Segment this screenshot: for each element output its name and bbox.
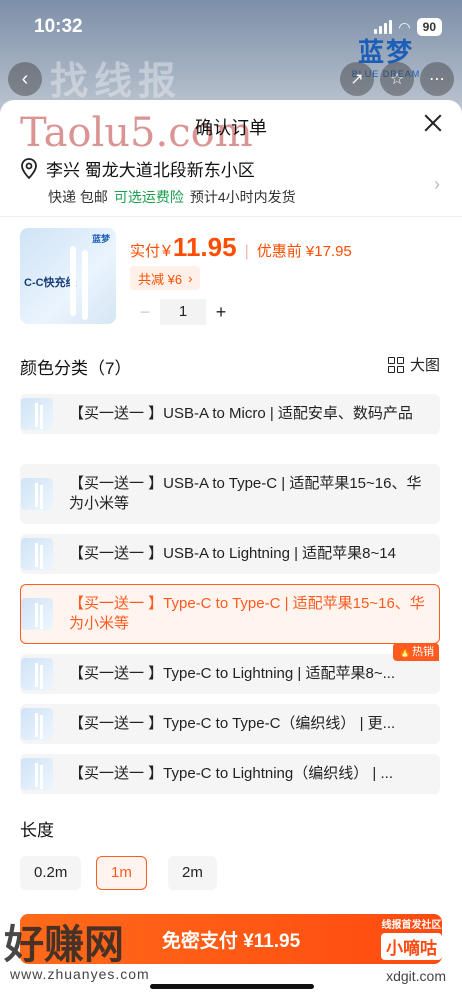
top-actions: ↗ ☆ ⋯ bbox=[340, 62, 454, 96]
quantity-value[interactable]: 1 bbox=[160, 299, 206, 325]
option-label: 【买一送一 】USB-A to Type-C | 适配苹果15~16、华为小米等 bbox=[69, 475, 422, 512]
option-thumbnail bbox=[21, 758, 53, 790]
original-price: 优惠前 ¥17.95 bbox=[256, 243, 352, 260]
status-time: 10:32 bbox=[34, 16, 83, 37]
address-line: 李兴 蜀龙大道北段新东小区 bbox=[20, 156, 440, 181]
back-button[interactable]: ‹ bbox=[8, 62, 42, 96]
length-section-title: 长度 bbox=[20, 821, 54, 840]
cable-illustration bbox=[70, 246, 76, 316]
option-label: 【买一送一 】USB-A to Lightning | 适配苹果8~14 bbox=[69, 545, 396, 562]
option-label: 【买一送一 】Type-C to Type-C | 适配苹果15~16、华为小米… bbox=[69, 595, 425, 632]
pay-label: 实付 bbox=[130, 243, 161, 260]
star-icon[interactable]: ☆ bbox=[380, 62, 414, 96]
more-icon[interactable]: ⋯ bbox=[420, 62, 454, 96]
color-option[interactable]: 【买一送一 】USB-A to Type-C | 适配苹果15~16、华为小米等 bbox=[20, 464, 440, 524]
length-option[interactable]: 0.2m bbox=[20, 856, 82, 890]
currency-symbol: ¥ bbox=[162, 243, 171, 260]
address-section[interactable]: 李兴 蜀龙大道北段新东小区 快递 包邮 可选运费险 预计4小时内发货 › bbox=[20, 156, 440, 207]
discount-badge[interactable]: 共减 ¥6 › bbox=[130, 266, 201, 290]
location-pin-icon bbox=[21, 157, 37, 179]
shipping-method: 快递 包邮 bbox=[48, 189, 108, 205]
option-thumbnail bbox=[21, 658, 53, 690]
price-value: 11.95 bbox=[172, 232, 237, 262]
share-icon[interactable]: ↗ bbox=[340, 62, 374, 96]
watermark-right-main: 小嘀咕 bbox=[381, 933, 442, 960]
large-view-toggle[interactable]: 大图 bbox=[387, 354, 440, 375]
option-label: 【买一送一 】USB-A to Micro | 适配安卓、数码产品 bbox=[69, 405, 413, 422]
color-option[interactable]: 🔥热销 【买一送一 】Type-C to Lightning | 适配苹果8~.… bbox=[20, 643, 440, 694]
hot-badge-label: 热销 bbox=[412, 646, 434, 658]
option-thumbnail bbox=[21, 398, 53, 430]
option-thumbnail bbox=[21, 538, 53, 570]
home-indicator[interactable] bbox=[150, 984, 314, 989]
chevron-right-icon: › bbox=[188, 270, 193, 286]
watermark-bottom-url: www.zhuanyes.com bbox=[10, 966, 150, 982]
watermark-bottom-left: 好赚网 bbox=[4, 922, 124, 968]
discount-text: 共减 ¥6 bbox=[138, 271, 183, 287]
chevron-right-icon: › bbox=[434, 174, 440, 194]
shipping-info: 快递 包邮 可选运费险 预计4小时内发货 bbox=[48, 187, 440, 207]
increase-button[interactable]: + bbox=[206, 302, 236, 323]
price-separator: | bbox=[244, 243, 249, 260]
close-icon[interactable] bbox=[422, 112, 444, 134]
product-image-logo: 蓝梦 bbox=[91, 234, 110, 244]
hot-badge: 🔥热销 bbox=[393, 643, 439, 661]
watermark-top: 找线报 bbox=[50, 61, 183, 103]
watermark-right-url: xdgit.com bbox=[386, 968, 446, 984]
order-sheet: Taolu5.com 确认订单 李兴 蜀龙大道北段新东小区 快递 包邮 可选运费… bbox=[0, 100, 462, 1000]
product-image-tag: C-C快充线 bbox=[24, 277, 77, 289]
option-thumbnail bbox=[21, 598, 53, 630]
color-option[interactable]: 【买一送一 】Type-C to Type-C（编织线） | 更... bbox=[20, 704, 440, 744]
option-thumbnail bbox=[21, 478, 53, 510]
pay-button-label: 免密支付 ¥11.95 bbox=[161, 930, 301, 952]
divider bbox=[0, 216, 462, 217]
watermark-right-caption: 线报首发社区 bbox=[381, 920, 442, 931]
insurance-option[interactable]: 可选运费险 bbox=[114, 187, 184, 207]
sheet-title: 确认订单 bbox=[195, 118, 267, 138]
color-section-title: 颜色分类（7） bbox=[20, 359, 132, 378]
watermark-bottom-right: 线报首发社区 小嘀咕 bbox=[381, 916, 442, 960]
length-option-selected[interactable]: 1m bbox=[96, 856, 147, 890]
price-line: 实付 ¥ 11.95 | 优惠前 ¥17.95 bbox=[130, 232, 352, 263]
quantity-stepper: − 1 + bbox=[130, 298, 236, 326]
color-option[interactable]: 【买一送一 】Type-C to Lightning（编织线） | ... bbox=[20, 754, 440, 794]
decrease-button[interactable]: − bbox=[130, 302, 160, 323]
color-option-selected[interactable]: 【买一送一 】Type-C to Type-C | 适配苹果15~16、华为小米… bbox=[20, 584, 440, 644]
option-label: 【买一送一 】Type-C to Lightning（编织线） | ... bbox=[69, 765, 393, 782]
option-thumbnail bbox=[21, 708, 53, 740]
product-image[interactable]: 蓝梦 C-C快充线 bbox=[20, 228, 116, 324]
eta-text: 预计4小时内发货 bbox=[189, 189, 296, 205]
address-text: 李兴 蜀龙大道北段新东小区 bbox=[46, 161, 255, 180]
length-option[interactable]: 2m bbox=[168, 856, 217, 890]
large-view-label: 大图 bbox=[409, 357, 440, 374]
color-option[interactable]: 【买一送一 】USB-A to Lightning | 适配苹果8~14 bbox=[20, 534, 440, 574]
option-label: 【买一送一 】Type-C to Type-C（编织线） | 更... bbox=[69, 715, 396, 732]
color-option[interactable]: 【买一送一 】USB-A to Micro | 适配安卓、数码产品 bbox=[20, 394, 440, 434]
grid-icon bbox=[387, 356, 404, 373]
option-label: 【买一送一 】Type-C to Lightning | 适配苹果8~... bbox=[69, 665, 396, 682]
